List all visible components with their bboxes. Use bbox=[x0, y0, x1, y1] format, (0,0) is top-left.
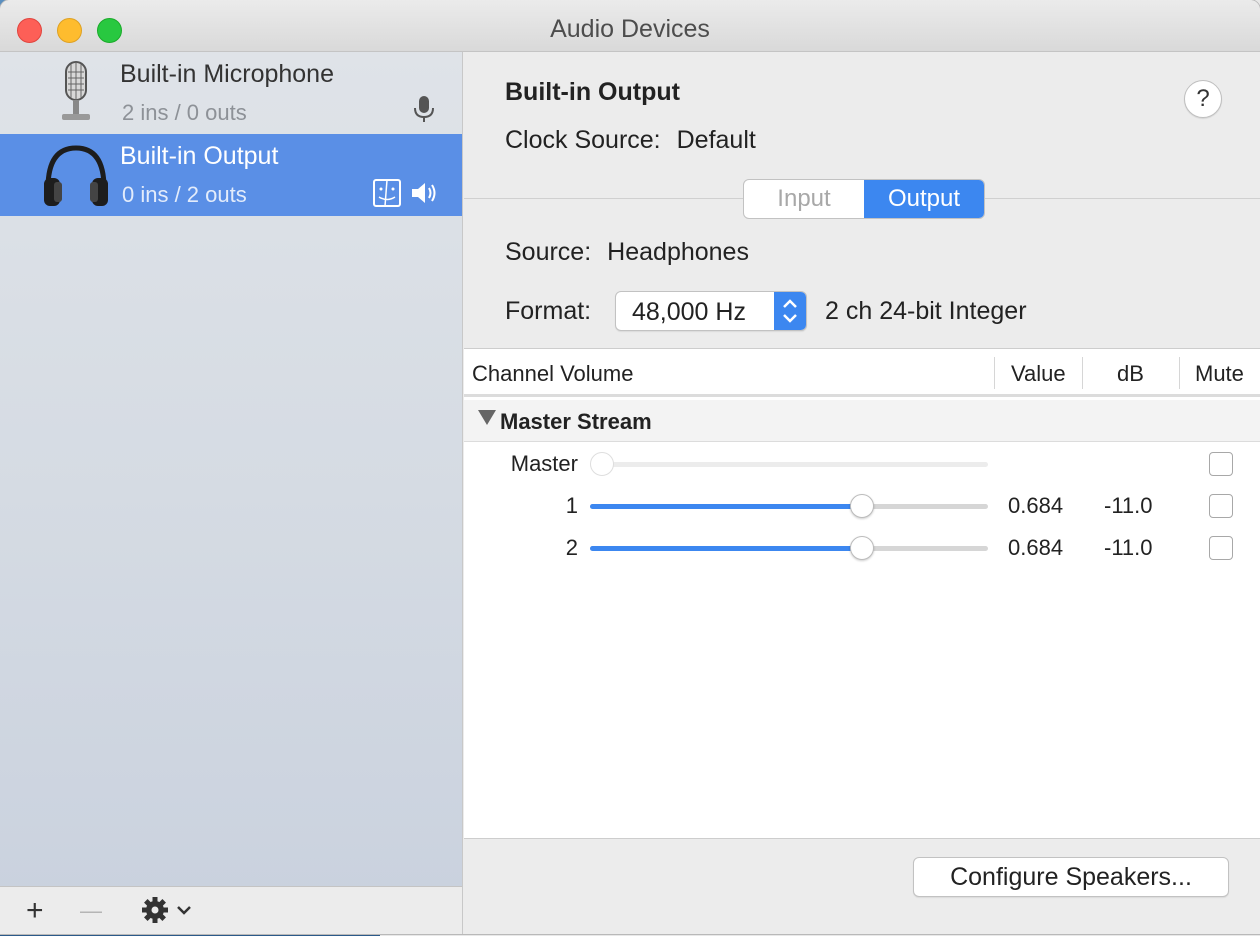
mute-checkbox[interactable] bbox=[1209, 452, 1233, 476]
add-device-button[interactable]: + bbox=[26, 893, 44, 929]
column-divider bbox=[1179, 357, 1180, 389]
format-value: 48,000 Hz bbox=[632, 298, 746, 326]
device-detail-pane: Built-in Output ? Clock Source: Default I… bbox=[464, 52, 1260, 934]
table-header: Channel Volume Value dB Mute bbox=[464, 349, 1260, 397]
slider-fill bbox=[590, 504, 862, 509]
slider-knob[interactable] bbox=[850, 536, 874, 560]
slider-fill bbox=[590, 546, 862, 551]
format-description: 2 ch 24-bit Integer bbox=[825, 297, 1027, 325]
help-button[interactable]: ? bbox=[1184, 80, 1222, 118]
slider-knob[interactable] bbox=[850, 494, 874, 518]
stepper-arrows-icon bbox=[774, 292, 806, 330]
device-io-count: 2 ins / 0 outs bbox=[122, 100, 247, 125]
master-volume-slider[interactable] bbox=[590, 452, 988, 476]
table-row-channel-1: 1 0.684 -11.0 bbox=[464, 485, 1260, 527]
source-info: Source: Headphones bbox=[505, 238, 749, 267]
slider-knob[interactable] bbox=[590, 452, 614, 476]
column-divider bbox=[1082, 357, 1083, 389]
window-title: Audio Devices bbox=[550, 15, 710, 43]
device-list: Built-in Microphone 2 ins / 0 outs Built… bbox=[0, 52, 463, 934]
device-title: Built-in Output bbox=[505, 78, 680, 106]
table-row-channel-2: 2 0.684 -11.0 bbox=[464, 527, 1260, 569]
tab-output[interactable]: Output bbox=[864, 180, 984, 218]
sidebar-toolbar: + — bbox=[0, 886, 462, 934]
input-mic-icon bbox=[414, 96, 434, 122]
channel-2-volume-slider[interactable] bbox=[590, 536, 988, 560]
gear-icon[interactable] bbox=[141, 895, 193, 925]
device-io-count: 0 ins / 2 outs bbox=[122, 182, 247, 207]
configure-speakers-button[interactable]: Configure Speakers... bbox=[913, 857, 1229, 897]
device-item-output[interactable]: Built-in Output 0 ins / 2 outs bbox=[0, 134, 462, 216]
channel-db: -11.0 bbox=[1104, 535, 1153, 560]
clock-source-label: Clock Source: bbox=[505, 126, 661, 154]
device-item-microphone[interactable]: Built-in Microphone 2 ins / 0 outs bbox=[0, 52, 462, 134]
audio-devices-window: Audio Devices Built-in Microphone 2 ins … bbox=[0, 0, 1260, 934]
format-popup[interactable]: 48,000 Hz bbox=[615, 291, 807, 331]
group-name: Master Stream bbox=[500, 409, 652, 434]
clock-source-value: Default bbox=[676, 126, 756, 154]
column-header-value[interactable]: Value bbox=[1011, 361, 1066, 387]
column-header-channel-volume[interactable]: Channel Volume bbox=[472, 361, 633, 387]
column-header-db[interactable]: dB bbox=[1117, 361, 1144, 387]
column-divider bbox=[994, 357, 995, 389]
channel-value: 0.684 bbox=[1008, 493, 1064, 518]
headphones-icon bbox=[44, 145, 108, 206]
input-output-segmented-control: Input Output bbox=[743, 179, 985, 219]
disclosure-triangle-icon[interactable] bbox=[478, 410, 496, 425]
format-label: Format: bbox=[505, 297, 592, 325]
title-bar: Audio Devices bbox=[0, 0, 1260, 52]
channel-label: 1 bbox=[565, 493, 578, 518]
clock-source: Clock Source: Default bbox=[505, 126, 756, 155]
tab-input[interactable]: Input bbox=[744, 180, 864, 218]
table-row-master: Master bbox=[464, 443, 1260, 485]
footer-bar: Configure Speakers... bbox=[464, 838, 1260, 934]
channel-volume-table: Channel Volume Value dB Mute Master Stre… bbox=[464, 348, 1260, 838]
channel-label: Master bbox=[510, 451, 578, 476]
finder-icon bbox=[373, 179, 401, 207]
device-name: Built-in Microphone bbox=[120, 60, 334, 88]
master-stream-group[interactable]: Master Stream bbox=[464, 400, 1260, 442]
microphone-icon bbox=[62, 61, 90, 120]
column-header-mute[interactable]: Mute bbox=[1195, 361, 1244, 387]
channel-label: 2 bbox=[565, 535, 578, 560]
mute-checkbox[interactable] bbox=[1209, 536, 1233, 560]
channel-value: 0.684 bbox=[1008, 535, 1064, 560]
source-value: Headphones bbox=[607, 238, 749, 266]
remove-device-button[interactable]: — bbox=[80, 893, 102, 929]
speaker-icon bbox=[412, 183, 436, 203]
device-name: Built-in Output bbox=[120, 142, 279, 170]
channel-1-volume-slider[interactable] bbox=[590, 494, 988, 518]
mute-checkbox[interactable] bbox=[1209, 494, 1233, 518]
channel-db: -11.0 bbox=[1104, 493, 1153, 518]
source-label: Source: bbox=[505, 238, 592, 266]
